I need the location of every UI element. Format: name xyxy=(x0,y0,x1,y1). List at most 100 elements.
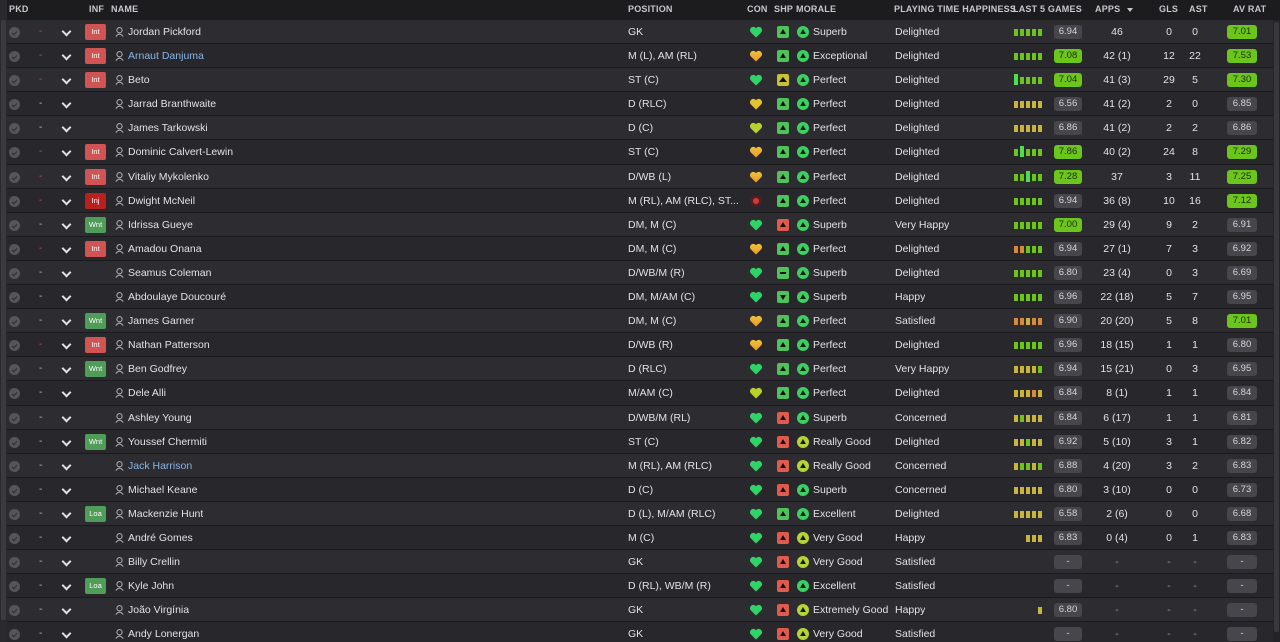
player-name[interactable]: Seamus Coleman xyxy=(128,261,211,285)
morale-value[interactable]: Perfect xyxy=(813,237,846,261)
table-row[interactable]: - Wnt Idrissa Gueye DM, M (C) Superb Very Hap… xyxy=(7,212,1273,237)
morale-value[interactable]: Very Good xyxy=(813,526,863,550)
sharpness-icon[interactable] xyxy=(777,266,789,279)
sharpness-icon[interactable] xyxy=(777,531,789,544)
morale-value[interactable]: Very Good xyxy=(813,550,863,574)
morale-value[interactable]: Perfect xyxy=(813,357,846,381)
sharpness-icon[interactable] xyxy=(777,435,789,448)
pick-checkbox[interactable] xyxy=(9,171,20,183)
condition-heart-icon[interactable] xyxy=(749,145,763,159)
pick-checkbox[interactable] xyxy=(9,484,20,496)
chevron-down-icon[interactable] xyxy=(61,122,72,133)
table-row[interactable]: - Wnt Youssef Chermiti ST (C) Really Good Del… xyxy=(7,429,1273,454)
player-name[interactable]: Mackenzie Hunt xyxy=(128,502,203,526)
player-name[interactable]: James Garner xyxy=(128,309,195,333)
pick-checkbox[interactable] xyxy=(9,75,20,87)
playing-time-happiness[interactable]: Concerned xyxy=(895,406,946,430)
sharpness-icon[interactable] xyxy=(777,50,789,63)
chevron-down-icon[interactable] xyxy=(61,50,72,61)
player-name[interactable]: João Virgínia xyxy=(128,598,189,622)
condition-heart-icon[interactable] xyxy=(749,459,763,473)
player-name[interactable]: Dominic Calvert-Lewin xyxy=(128,140,233,164)
pick-checkbox[interactable] xyxy=(9,147,20,159)
chevron-down-icon[interactable] xyxy=(61,171,72,182)
player-name[interactable]: Kyle John xyxy=(128,574,174,598)
sharpness-icon[interactable] xyxy=(777,291,789,304)
chevron-down-icon[interactable] xyxy=(61,98,72,109)
sharpness-icon[interactable] xyxy=(777,146,789,159)
player-name[interactable]: Dele Alli xyxy=(128,381,166,405)
chevron-down-icon[interactable] xyxy=(61,26,72,37)
player-name[interactable]: Abdoulaye Doucouré xyxy=(128,285,226,309)
sharpness-icon[interactable] xyxy=(777,26,789,38)
chevron-down-icon[interactable] xyxy=(61,460,72,471)
sharpness-icon[interactable] xyxy=(777,507,789,520)
morale-value[interactable]: Perfect xyxy=(813,68,846,92)
left-scrollbar[interactable] xyxy=(0,0,7,642)
sharpness-icon[interactable] xyxy=(777,556,789,569)
player-name[interactable]: Michael Keane xyxy=(128,478,197,502)
pick-checkbox[interactable] xyxy=(9,508,20,520)
player-name[interactable]: Ben Godfrey xyxy=(128,357,187,381)
playing-time-happiness[interactable]: Delighted xyxy=(895,381,939,405)
condition-heart-icon[interactable] xyxy=(749,411,763,425)
player-name[interactable]: James Tarkowski xyxy=(128,116,208,140)
table-row[interactable]: - João Virgínia GK Extremely Good Happy 6.80 -… xyxy=(7,598,1273,623)
pick-checkbox[interactable] xyxy=(9,532,20,544)
chevron-down-icon[interactable] xyxy=(61,556,72,567)
pick-checkbox[interactable] xyxy=(9,99,20,111)
condition-heart-icon[interactable] xyxy=(749,314,763,328)
playing-time-happiness[interactable]: Satisfied xyxy=(895,309,935,333)
table-row[interactable]: - James Tarkowski D (C) Perfect Delighted 6.8… xyxy=(7,116,1273,141)
sharpness-icon[interactable] xyxy=(777,242,789,255)
sharpness-icon[interactable] xyxy=(777,194,789,207)
playing-time-happiness[interactable]: Satisfied xyxy=(895,550,935,574)
inf-badge[interactable]: Loa xyxy=(85,578,106,595)
morale-value[interactable]: Perfect xyxy=(813,333,846,357)
playing-time-happiness[interactable]: Happy xyxy=(895,285,925,309)
header-pkd[interactable]: PKD xyxy=(9,4,29,14)
inf-badge[interactable]: Wnt xyxy=(85,313,106,330)
header-con[interactable]: CON xyxy=(747,4,768,14)
player-name[interactable]: Idrissa Gueye xyxy=(128,213,193,237)
playing-time-happiness[interactable]: Satisfied xyxy=(895,574,935,598)
morale-value[interactable]: Excellent xyxy=(813,502,856,526)
playing-time-happiness[interactable]: Concerned xyxy=(895,454,946,478)
playing-time-happiness[interactable]: Delighted xyxy=(895,68,939,92)
inf-badge[interactable]: Int xyxy=(85,240,106,257)
morale-value[interactable]: Superb xyxy=(813,478,847,502)
chevron-down-icon[interactable] xyxy=(61,604,72,615)
player-name[interactable]: Dwight McNeil xyxy=(128,189,195,213)
playing-time-happiness[interactable]: Delighted xyxy=(895,333,939,357)
morale-value[interactable]: Extremely Good xyxy=(813,598,888,622)
morale-value[interactable]: Very Good xyxy=(813,622,863,642)
playing-time-happiness[interactable]: Satisfied xyxy=(895,622,935,642)
morale-value[interactable]: Perfect xyxy=(813,140,846,164)
player-name[interactable]: Billy Crellin xyxy=(128,550,180,574)
pick-checkbox[interactable] xyxy=(9,557,20,569)
chevron-down-icon[interactable] xyxy=(61,315,72,326)
pick-checkbox[interactable] xyxy=(9,364,20,376)
chevron-down-icon[interactable] xyxy=(61,628,72,639)
table-row[interactable]: - Int Nathan Patterson D/WB (R) Perfect Delig… xyxy=(7,333,1273,358)
morale-value[interactable]: Perfect xyxy=(813,309,846,333)
table-row[interactable]: - Andy Lonergan GK Very Good Satisfied - - - - - xyxy=(7,622,1273,642)
header-apps[interactable]: APPS xyxy=(1095,4,1120,14)
chevron-down-icon[interactable] xyxy=(61,387,72,398)
playing-time-happiness[interactable]: Delighted xyxy=(895,140,939,164)
condition-heart-icon[interactable] xyxy=(749,555,763,569)
chevron-down-icon[interactable] xyxy=(61,74,72,85)
right-scrollbar[interactable] xyxy=(1273,20,1280,642)
table-row[interactable]: - Int Dominic Calvert-Lewin ST (C) Perfect De… xyxy=(7,140,1273,165)
table-row[interactable]: - Jarrad Branthwaite D (RLC) Perfect Delight… xyxy=(7,92,1273,117)
chevron-down-icon[interactable] xyxy=(61,508,72,519)
player-name[interactable]: André Gomes xyxy=(128,526,193,550)
player-name[interactable]: Jack Harrison xyxy=(128,454,192,478)
morale-value[interactable]: Perfect xyxy=(813,92,846,116)
sharpness-icon[interactable] xyxy=(777,363,789,376)
morale-value[interactable]: Excellent xyxy=(813,574,856,598)
pick-checkbox[interactable] xyxy=(9,27,20,38)
right-scrollbar-thumb[interactable] xyxy=(1274,22,1279,632)
condition-heart-icon[interactable] xyxy=(749,73,763,87)
header-gls[interactable]: GLS xyxy=(1159,4,1178,14)
